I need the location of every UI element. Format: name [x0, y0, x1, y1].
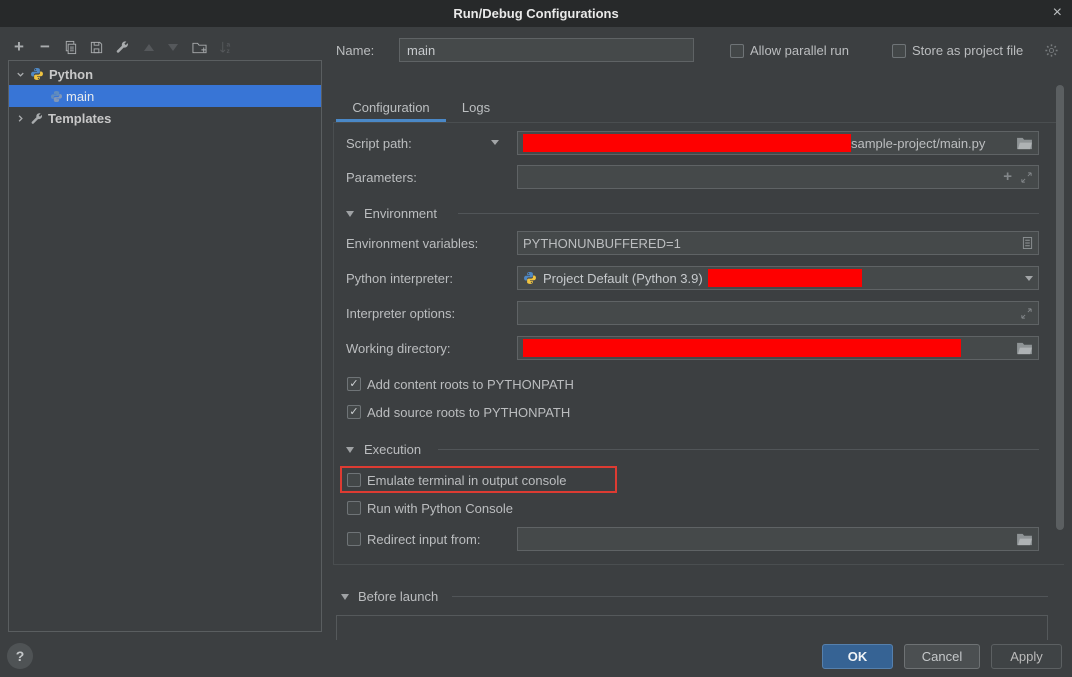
- tab-label: Configuration: [352, 100, 429, 115]
- tabs-separator: [333, 122, 1064, 123]
- interpreter-options-field[interactable]: [517, 301, 1039, 325]
- environment-variables-label: Environment variables:: [346, 236, 478, 251]
- python-interpreter-value: Project Default (Python 3.9): [543, 271, 703, 286]
- copy-configuration-icon[interactable]: [61, 38, 79, 56]
- run-debug-configurations-dialog: Run/Debug Configurations × + − az Python: [0, 0, 1072, 677]
- add-content-roots-checkbox[interactable]: ✓: [347, 377, 361, 391]
- script-path-dropdown-icon[interactable]: [491, 140, 499, 145]
- expand-field-icon[interactable]: [1020, 171, 1033, 184]
- name-input[interactable]: [399, 38, 694, 62]
- run-with-python-console-checkbox[interactable]: [347, 501, 361, 515]
- tree-item-label: Python: [49, 67, 93, 82]
- chevron-right-icon[interactable]: [15, 113, 26, 124]
- script-path-label: Script path:: [346, 136, 412, 151]
- environment-collapse-icon[interactable]: [346, 211, 354, 217]
- before-launch-section-line: [452, 596, 1048, 597]
- tab-logs[interactable]: Logs: [452, 94, 500, 120]
- interpreter-options-label: Interpreter options:: [346, 306, 455, 321]
- tab-configuration[interactable]: Configuration: [336, 94, 446, 120]
- scroll-area-left-border: [333, 122, 334, 565]
- environment-section-label[interactable]: Environment: [364, 206, 437, 221]
- working-directory-field[interactable]: [517, 336, 1039, 360]
- edit-variables-icon[interactable]: [1022, 236, 1033, 250]
- script-path-field[interactable]: sample-project/main.py: [517, 131, 1039, 155]
- configurations-tree-panel: Python main Templates: [8, 60, 322, 632]
- add-content-roots-label: Add content roots to PYTHONPATH: [367, 377, 574, 392]
- tree-item-label: Templates: [48, 111, 111, 126]
- ok-button[interactable]: OK: [822, 644, 893, 669]
- tab-label: Logs: [462, 100, 490, 115]
- emulate-terminal-checkbox[interactable]: [347, 473, 361, 487]
- scroll-area-bottom-border: [333, 564, 1064, 565]
- emulate-terminal-label: Emulate terminal in output console: [367, 473, 566, 488]
- before-launch-task-list[interactable]: [336, 615, 1048, 640]
- redirect-input-field[interactable]: [517, 527, 1039, 551]
- store-as-project-file-checkbox[interactable]: [892, 44, 906, 58]
- cancel-button[interactable]: Cancel: [904, 644, 980, 669]
- expand-field-icon[interactable]: [1020, 307, 1033, 320]
- environment-section-line: [458, 213, 1039, 214]
- store-as-project-file-label: Store as project file: [912, 43, 1023, 58]
- add-macro-icon[interactable]: +: [1003, 170, 1012, 184]
- check-icon: ✓: [349, 379, 358, 390]
- apply-button[interactable]: Apply: [991, 644, 1062, 669]
- run-with-python-console-label: Run with Python Console: [367, 501, 513, 516]
- environment-variables-value: PYTHONUNBUFFERED=1: [523, 236, 681, 251]
- add-configuration-icon[interactable]: +: [10, 38, 28, 56]
- execution-section-label[interactable]: Execution: [364, 442, 421, 457]
- parameters-field[interactable]: +: [517, 165, 1039, 189]
- add-source-roots-label: Add source roots to PYTHONPATH: [367, 405, 570, 420]
- execution-section-line: [438, 449, 1039, 450]
- tree-item-python[interactable]: Python: [9, 63, 321, 85]
- python-interpreter-select[interactable]: Project Default (Python 3.9): [517, 266, 1039, 290]
- python-icon: [523, 271, 537, 285]
- python-icon: [50, 90, 63, 103]
- redirect-input-checkbox[interactable]: [347, 532, 361, 546]
- redaction-box: [523, 339, 961, 357]
- environment-variables-field[interactable]: PYTHONUNBUFFERED=1: [517, 231, 1039, 255]
- sort-configurations-icon[interactable]: az: [217, 38, 235, 56]
- chevron-down-icon[interactable]: [1025, 276, 1033, 281]
- browse-folder-icon[interactable]: [1016, 342, 1033, 355]
- dialog-title: Run/Debug Configurations: [453, 6, 618, 21]
- before-launch-collapse-icon[interactable]: [341, 594, 349, 600]
- parameters-label: Parameters:: [346, 170, 417, 185]
- save-configuration-icon[interactable]: [87, 38, 105, 56]
- redaction-box: [708, 269, 862, 287]
- redirect-input-label: Redirect input from:: [367, 532, 480, 547]
- tree-item-label: main: [66, 89, 94, 104]
- execution-collapse-icon[interactable]: [346, 447, 354, 453]
- redaction-box: [523, 134, 851, 152]
- chevron-down-icon[interactable]: [15, 69, 26, 80]
- before-launch-section-label[interactable]: Before launch: [358, 589, 438, 604]
- remove-configuration-icon[interactable]: −: [36, 38, 54, 56]
- title-bar: Run/Debug Configurations ×: [0, 0, 1072, 27]
- python-interpreter-label: Python interpreter:: [346, 271, 453, 286]
- new-folder-icon[interactable]: [190, 38, 208, 56]
- browse-folder-icon[interactable]: [1016, 533, 1033, 546]
- add-source-roots-checkbox[interactable]: ✓: [347, 405, 361, 419]
- move-down-icon[interactable]: [164, 38, 182, 56]
- move-up-icon[interactable]: [140, 38, 158, 56]
- working-directory-label: Working directory:: [346, 341, 451, 356]
- allow-parallel-run-label: Allow parallel run: [750, 43, 849, 58]
- help-icon: ?: [16, 648, 25, 664]
- vertical-scrollbar[interactable]: [1056, 85, 1064, 530]
- browse-folder-icon[interactable]: [1016, 137, 1033, 150]
- gear-icon[interactable]: [1044, 43, 1059, 58]
- help-button[interactable]: ?: [7, 643, 33, 669]
- svg-text:z: z: [226, 48, 230, 55]
- tree-item-main[interactable]: main: [9, 85, 321, 107]
- tree-item-templates[interactable]: Templates: [9, 107, 321, 129]
- script-path-value: sample-project/main.py: [851, 136, 985, 151]
- wrench-icon: [30, 112, 43, 125]
- edit-templates-icon[interactable]: [113, 38, 131, 56]
- allow-parallel-run-checkbox[interactable]: [730, 44, 744, 58]
- python-icon: [30, 67, 44, 81]
- check-icon: ✓: [349, 407, 358, 418]
- name-label: Name:: [336, 43, 374, 58]
- close-icon[interactable]: ×: [1053, 4, 1062, 22]
